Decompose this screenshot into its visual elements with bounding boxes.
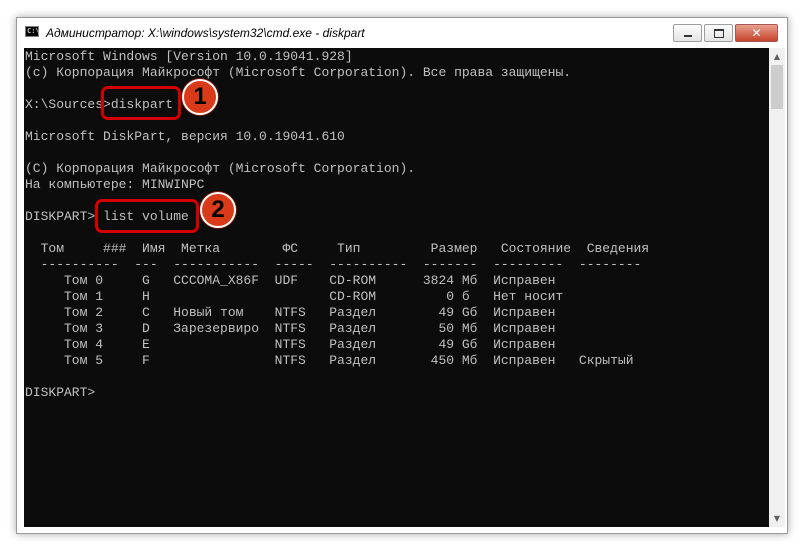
vertical-scrollbar[interactable]: ▲ ▼ [769,48,785,527]
highlight-list-volume-command [95,199,199,233]
minimize-button[interactable] [673,24,702,42]
console-line: (C) Корпорация Майкрософт (Microsoft Cor… [25,161,416,176]
maximize-button[interactable] [704,24,733,42]
cmd-app-icon[interactable]: C:\ [25,26,40,37]
close-icon: ✕ [751,26,762,40]
console-line: Microsoft Windows [Version 10.0.19041.92… [25,49,353,64]
scroll-thumb[interactable] [771,65,783,109]
window-title: Администратор: X:\windows\system32\cmd.e… [46,26,365,40]
table-row: Том 0 G CCCOMA_X86F UDF CD-ROM 3824 Mб И… [25,273,556,288]
cmd-icon-text: C:\ [27,27,40,35]
highlight-diskpart-command [101,86,181,120]
title-bar[interactable]: C:\ Администратор: X:\windows\system32\c… [17,18,787,48]
table-row: Том 3 D Зарезервиро NTFS Раздел 50 Mб Ис… [25,321,556,336]
scroll-up-icon[interactable]: ▲ [769,48,785,65]
table-row: Том 5 F NTFS Раздел 450 Mб Исправен Скры… [25,353,634,368]
window-controls: ✕ [673,24,778,42]
table-row: Том 4 E NTFS Раздел 49 Gб Исправен [25,337,556,352]
table-row: Том 2 C Новый том NTFS Раздел 49 Gб Испр… [25,305,556,320]
maximize-icon [713,28,724,38]
console-line: Microsoft DiskPart, версия 10.0.19041.61… [25,129,345,144]
console-line: (c) Корпорация Майкрософт (Microsoft Cor… [25,65,572,80]
scroll-down-icon[interactable]: ▼ [769,510,785,527]
console-prompt: DISKPART> [25,385,96,400]
console-line: На компьютере: MINWINPC [25,177,205,192]
table-separator-row: ---------- --- ----------- ----- -------… [25,257,642,272]
close-button[interactable]: ✕ [735,24,778,42]
step-badge-1: 1 [182,79,218,115]
table-row: Том 1 H CD-ROM 0 б Нет носит [25,289,564,304]
table-header-row: Том ### Имя Метка ФС Тип Размер Состояни… [25,241,650,256]
minimize-icon [683,35,692,37]
step-badge-2: 2 [200,192,236,228]
